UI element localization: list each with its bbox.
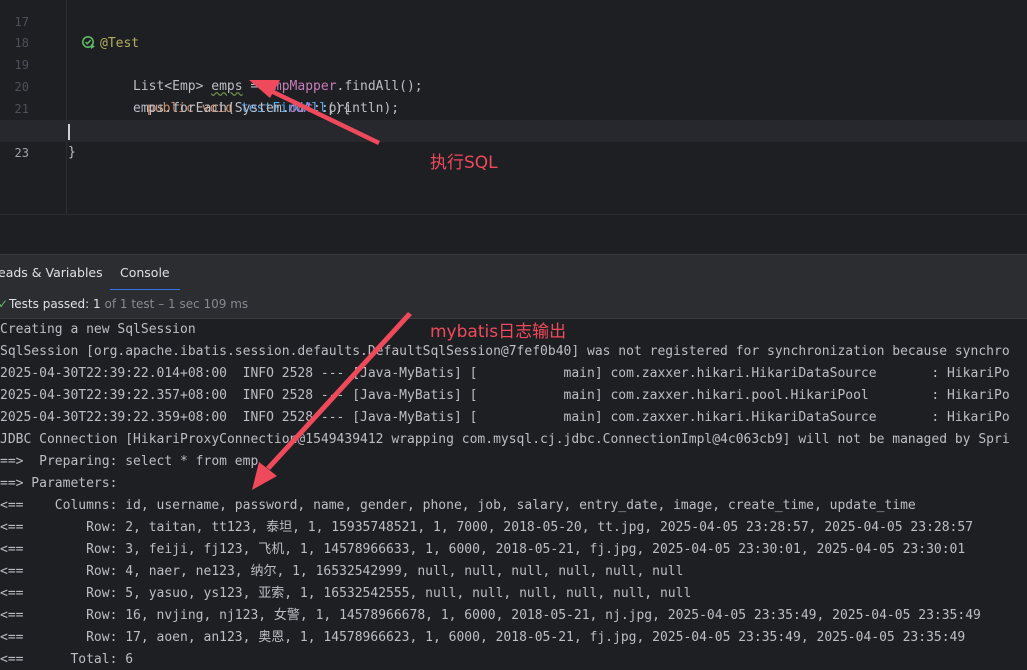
annotation-mybatis-log: mybatis日志输出 <box>430 322 567 342</box>
console-line-row: <== Row: 3, feiji, fj123, 飞机, 1, 1457896… <box>0 542 966 557</box>
console-line-row: <== Row: 2, taitan, tt123, 泰坦, 1, 159357… <box>0 520 974 535</box>
console-line-row: <== Row: 4, naer, ne123, 纳尔, 1, 16532542… <box>0 564 684 579</box>
annotation-execute-sql: 执行SQL <box>430 153 498 173</box>
tool-window-tabs: eads & Variables Console <box>0 254 1027 291</box>
console-line-parameters: ==> Parameters: <box>0 476 126 491</box>
text-caret <box>68 124 70 140</box>
tab-console[interactable]: Console <box>110 255 180 291</box>
test-status-bar: ✓ Tests passed: 1 of 1 test – 1 sec 109 … <box>0 290 1027 319</box>
code-editor[interactable]: 17 @Test 18 public void testFindAll(){ 1… <box>0 0 1027 214</box>
run-test-icon[interactable] <box>35 14 95 49</box>
line-number: 23 <box>14 146 29 160</box>
tests-passed-count: 1 <box>93 297 101 311</box>
console-line: Creating a new SqlSession <box>0 322 196 337</box>
console-line: 2025-04-30T22:39:22.357+08:00 INFO 2528 … <box>0 388 1010 403</box>
console-line-preparing: ==> Preparing: select * from emp <box>0 454 259 469</box>
tab-threads-variables[interactable]: eads & Variables <box>0 255 113 291</box>
console-line: SqlSession [org.apache.ibatis.session.de… <box>0 344 1010 359</box>
code-line-23[interactable]: 23 <box>0 120 1027 160</box>
code-line-19[interactable]: 19 List<Emp> emps = empMapper.findAll(); <box>0 32 1027 94</box>
code-line-20[interactable]: 20 emps.forEach(System.out::println); <box>0 54 1027 116</box>
console-line: 2025-04-30T22:39:22.014+08:00 INFO 2528 … <box>0 366 1010 381</box>
tests-passed-detail: of 1 test – 1 sec 109 ms <box>100 297 249 311</box>
panel-divider[interactable] <box>0 214 1027 255</box>
code-line-22[interactable]: 22 } <box>0 98 1027 160</box>
console-line-row: <== Row: 16, nvjing, nj123, 女警, 1, 14578… <box>0 608 981 623</box>
console-line-total: <== Total: 6 <box>0 652 134 667</box>
console-line-row: <== Row: 5, yasuo, ys123, 亚索, 1, 1653254… <box>0 586 692 601</box>
code-line-18[interactable]: 18 public void testFindAll(){ <box>0 10 1027 116</box>
console-output[interactable]: Creating a new SqlSession SqlSession [or… <box>0 319 1027 670</box>
console-line-row: <== Row: 17, aoen, an123, 奥恩, 1, 1457896… <box>0 630 966 645</box>
tests-passed-label: Tests passed: <box>9 297 90 311</box>
check-icon: ✓ <box>0 297 9 311</box>
console-line-columns: <== Columns: id, username, password, nam… <box>0 498 916 513</box>
code-line-21[interactable]: 21 } <box>0 76 1027 138</box>
console-line: JDBC Connection [HikariProxyConnection@1… <box>0 432 1010 447</box>
console-line: 2025-04-30T22:39:22.359+08:00 INFO 2528 … <box>0 410 1010 425</box>
